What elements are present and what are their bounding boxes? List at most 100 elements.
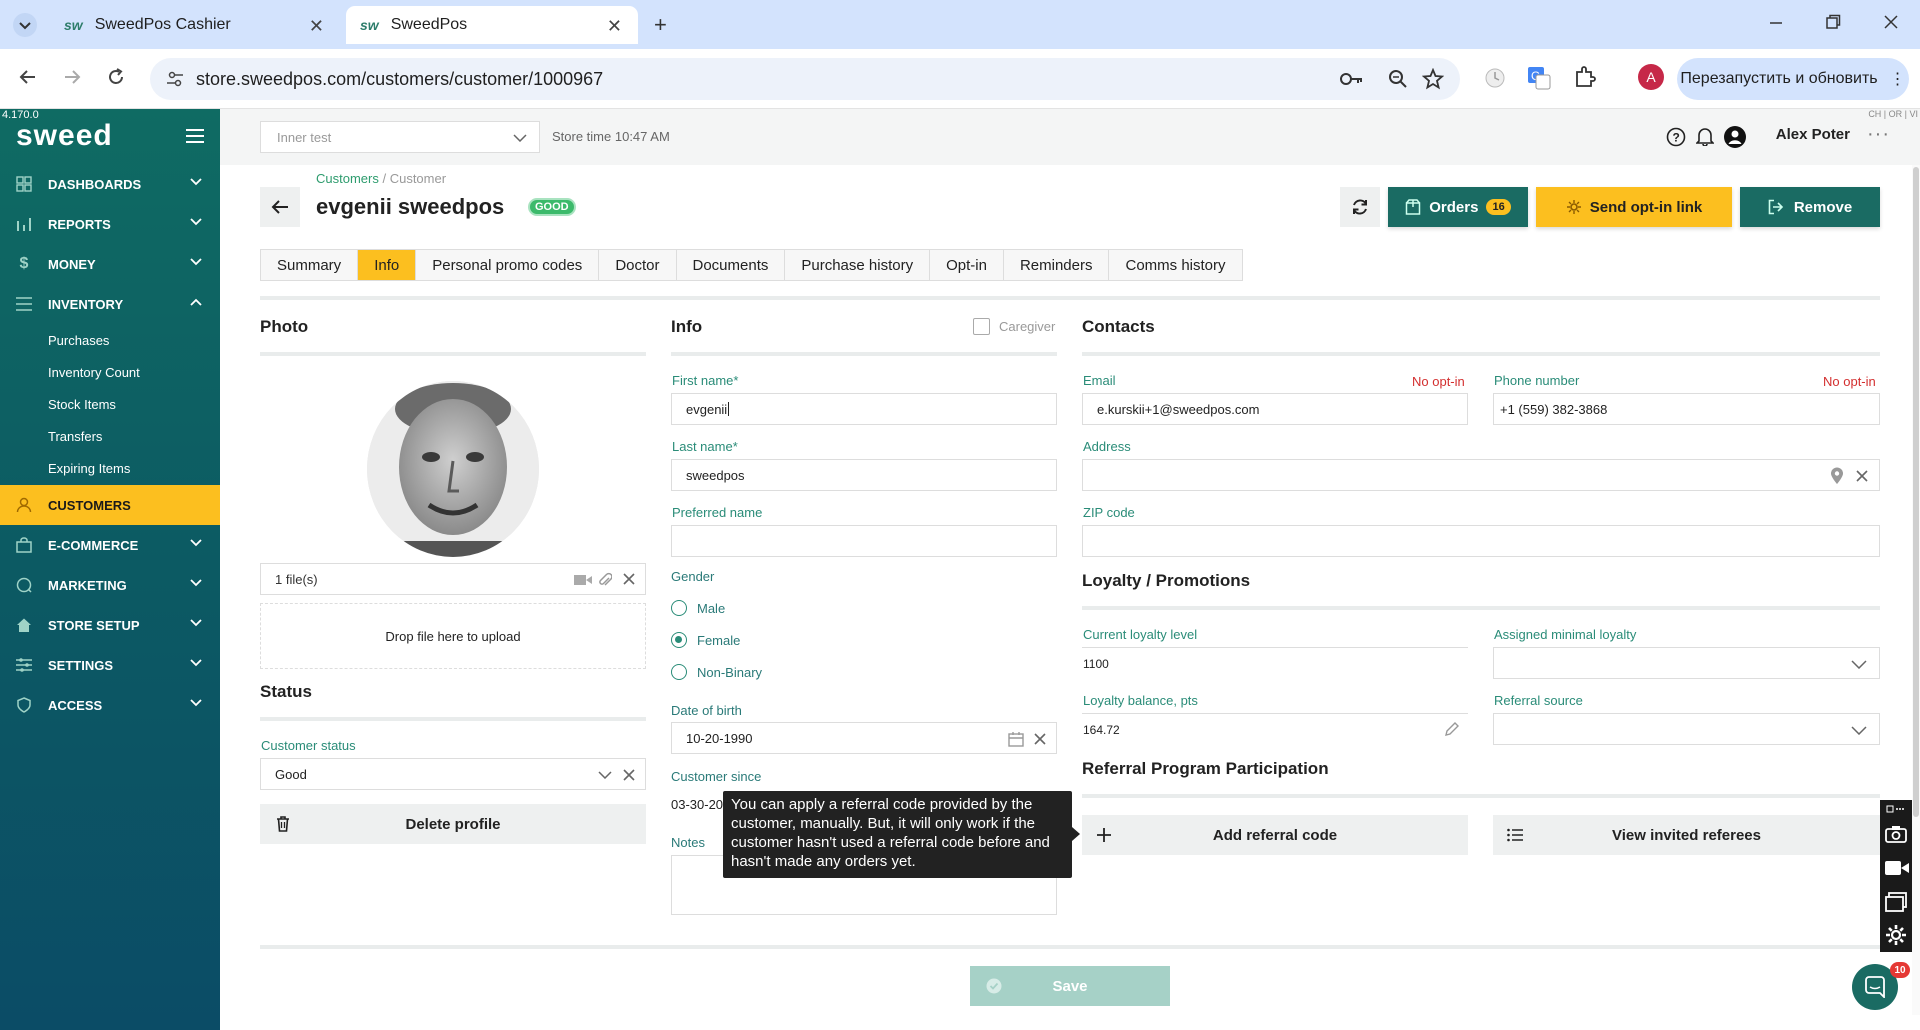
url-omnibox[interactable]: store.sweedpos.com/customers/customer/10…: [150, 58, 1460, 100]
breadcrumb-customers-link[interactable]: Customers: [316, 171, 379, 186]
delete-profile-button[interactable]: Delete profile: [260, 804, 646, 844]
window-close-icon[interactable]: [1883, 14, 1899, 30]
list-icon: [14, 297, 34, 311]
toolbar-handle-icon[interactable]: [1886, 804, 1906, 814]
hamburger-menu-icon[interactable]: [186, 129, 204, 143]
photo-files-field[interactable]: 1 file(s): [260, 563, 646, 595]
bookmark-star-icon[interactable]: [1422, 68, 1444, 90]
tab-documents[interactable]: Documents: [676, 250, 786, 280]
tab-opt-in[interactable]: Opt-in: [930, 250, 1004, 280]
sidebar-subitem-purchases[interactable]: Purchases: [48, 333, 109, 348]
sidebar-subitem-transfers[interactable]: Transfers: [48, 429, 102, 444]
gear-icon[interactable]: [1885, 924, 1907, 946]
zip-code-input[interactable]: [1082, 525, 1880, 557]
caregiver-checkbox[interactable]: [973, 318, 990, 335]
user-name[interactable]: Alex Poter: [1776, 126, 1850, 143]
clear-icon[interactable]: [623, 573, 635, 585]
add-referral-code-button[interactable]: Add referral code: [1082, 815, 1468, 855]
help-icon[interactable]: ?: [1666, 127, 1686, 147]
assigned-loyalty-select[interactable]: [1493, 647, 1880, 679]
save-button[interactable]: Save: [970, 966, 1170, 1006]
email-input[interactable]: e.kurskii+1@sweedpos.com: [1082, 393, 1468, 425]
remove-button[interactable]: Remove: [1740, 187, 1880, 227]
back-button[interactable]: [260, 187, 300, 227]
user-avatar-icon[interactable]: [1724, 126, 1746, 148]
scrollbar-thumb[interactable]: [1913, 167, 1919, 817]
translate-extension-icon[interactable]: G: [1527, 66, 1551, 90]
new-tab-plus-icon[interactable]: +: [654, 12, 667, 38]
divider: [1082, 352, 1880, 356]
send-optin-link-button[interactable]: Send opt-in link: [1536, 187, 1732, 227]
tab-purchase-history[interactable]: Purchase history: [785, 250, 931, 280]
customer-status-select[interactable]: Good: [260, 758, 646, 790]
close-icon[interactable]: ✕: [607, 16, 622, 37]
video-record-icon[interactable]: [1885, 860, 1909, 876]
tab-reminders[interactable]: Reminders: [1003, 250, 1110, 280]
calendar-icon[interactable]: [1008, 731, 1024, 747]
zoom-icon[interactable]: [1388, 69, 1408, 89]
sidebar-item-reports[interactable]: REPORTS: [0, 204, 220, 244]
reload-icon[interactable]: [106, 67, 126, 87]
gender-male-radio[interactable]: [671, 600, 687, 616]
relaunch-button[interactable]: Перезапустить и обновить ⋮: [1677, 58, 1909, 100]
tab-search-button[interactable]: [12, 12, 38, 38]
sidebar-item-store-setup[interactable]: STORE SETUP: [0, 605, 220, 645]
preferred-name-input[interactable]: [671, 525, 1057, 557]
restore-icon[interactable]: [1825, 14, 1841, 30]
forward-arrow-icon[interactable]: [62, 67, 82, 87]
sidebar-item-access[interactable]: ACCESS: [0, 685, 220, 725]
extension-timer-icon[interactable]: [1483, 66, 1507, 90]
clear-icon[interactable]: [1856, 470, 1868, 482]
attach-paperclip-icon[interactable]: [598, 572, 612, 588]
window-capture-icon[interactable]: [1885, 892, 1907, 912]
sidebar-item-marketing[interactable]: MARKETING: [0, 565, 220, 605]
tab-info[interactable]: Info: [358, 250, 417, 280]
site-settings-icon[interactable]: [166, 70, 184, 88]
tab-summary[interactable]: Summary: [261, 250, 359, 280]
sidebar-item-settings[interactable]: SETTINGS: [0, 645, 220, 685]
sidebar-subitem-stock-items[interactable]: Stock Items: [48, 397, 116, 412]
orders-button[interactable]: Orders 16: [1388, 187, 1528, 227]
clear-icon[interactable]: [1034, 733, 1046, 745]
browser-tab-sweedpos[interactable]: sw SweedPos ✕: [346, 6, 638, 44]
store-select[interactable]: Inner test: [260, 121, 540, 153]
file-dropzone[interactable]: Drop file here to upload: [260, 603, 646, 669]
sidebar-item-ecommerce[interactable]: E-COMMERCE: [0, 525, 220, 565]
store-select-value: Inner test: [277, 129, 332, 145]
last-name-input[interactable]: sweedpos: [671, 459, 1057, 491]
referral-source-select[interactable]: [1493, 713, 1880, 745]
view-invited-referees-button[interactable]: View invited referees: [1493, 815, 1880, 855]
back-arrow-icon[interactable]: [18, 67, 38, 87]
tab-doctor[interactable]: Doctor: [599, 250, 677, 280]
clear-icon[interactable]: [623, 769, 635, 781]
notification-bell-icon[interactable]: [1696, 126, 1714, 146]
extensions-puzzle-icon[interactable]: [1574, 66, 1596, 88]
refresh-button[interactable]: [1340, 187, 1380, 227]
first-name-input[interactable]: evgenii: [671, 393, 1057, 425]
close-icon[interactable]: ✕: [309, 16, 324, 37]
gender-female-radio[interactable]: [671, 632, 687, 648]
tab-comms-history[interactable]: Comms history: [1109, 250, 1242, 280]
password-key-icon[interactable]: [1340, 70, 1364, 88]
video-camera-icon[interactable]: [574, 574, 592, 586]
sidebar-item-money[interactable]: $ MONEY: [0, 244, 220, 284]
profile-avatar[interactable]: A: [1638, 64, 1664, 90]
sidebar-item-customers[interactable]: CUSTOMERS: [0, 485, 220, 525]
sidebar-item-inventory[interactable]: INVENTORY: [0, 284, 220, 324]
gender-nonbinary-radio[interactable]: [671, 664, 687, 680]
address-input[interactable]: [1082, 459, 1880, 491]
tab-personal-promo-codes[interactable]: Personal promo codes: [416, 250, 600, 280]
edit-pencil-icon[interactable]: [1444, 721, 1460, 737]
phone-input[interactable]: +1 (559) 382-3868: [1493, 393, 1880, 425]
sidebar-subitem-expiring-items[interactable]: Expiring Items: [48, 461, 130, 476]
dob-input[interactable]: 10-20-1990: [671, 722, 1057, 754]
browser-tab-cashier[interactable]: sw SweedPos Cashier ✕: [50, 6, 340, 44]
camera-icon[interactable]: [1885, 825, 1907, 843]
sidebar-item-dashboards[interactable]: DASHBOARDS: [0, 164, 220, 204]
more-horiz-icon[interactable]: ···: [1867, 123, 1890, 146]
minimize-icon[interactable]: [1768, 14, 1784, 30]
location-pin-icon[interactable]: [1830, 467, 1844, 485]
sidebar-subitem-inventory-count[interactable]: Inventory Count: [48, 365, 140, 380]
customer-photo[interactable]: [367, 381, 539, 557]
breadcrumb-separator: /: [378, 171, 390, 186]
